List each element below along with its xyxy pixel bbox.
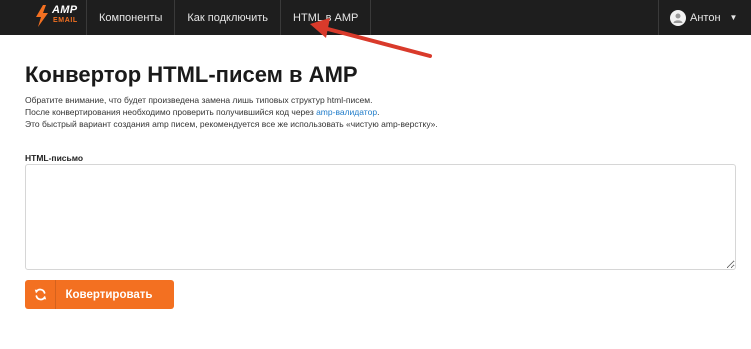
user-menu[interactable]: Антон ▼ [658,0,751,35]
page-title: Конвертор HTML-писем в AMP [25,62,358,87]
description-line-2-prefix: После конвертирования необходимо провери… [25,107,317,117]
amp-validator-link[interactable]: amp-валидатор [316,107,377,117]
html-email-label: HTML-письмо [25,153,84,163]
brand-logo[interactable]: AMP EMAIL [0,0,87,35]
nav-item-how-to-connect[interactable]: Как подключить [175,0,282,35]
user-name: Антон [690,11,721,24]
html-email-textarea[interactable] [25,164,736,270]
convert-button-label: Ковертировать [65,288,153,301]
avatar-icon [670,9,686,26]
lightning-icon [36,5,48,27]
brand-email-text: EMAIL [53,17,78,24]
red-arrow-annotation [310,18,432,58]
brand-amp-text: AMP [52,4,78,16]
chevron-down-icon: ▼ [729,13,738,22]
description-line-2: После конвертирования необходимо провери… [25,106,438,118]
nav-item-components[interactable]: Компоненты [87,0,176,35]
description-line-2-suffix: . [377,107,380,117]
refresh-icon [25,280,56,309]
page-description: Обратите внимание, что будет произведена… [25,94,438,130]
convert-button[interactable]: Ковертировать [25,280,174,309]
description-line-1: Обратите внимание, что будет произведена… [25,95,373,105]
description-line-3: Это быстрый вариант создания amp писем, … [25,119,438,129]
